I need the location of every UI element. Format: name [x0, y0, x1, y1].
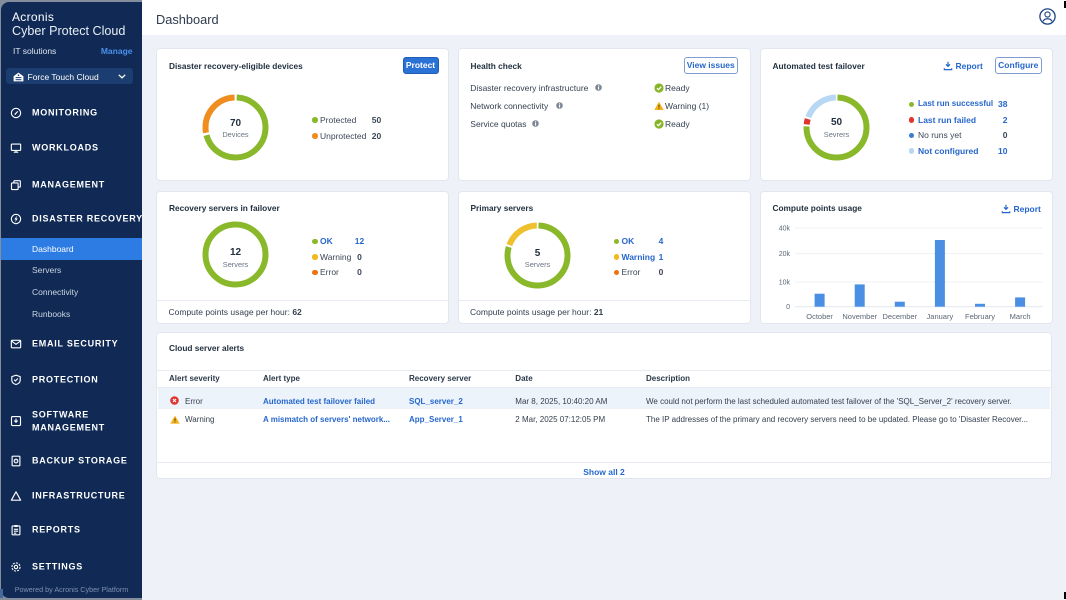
svg-text:40k: 40k — [778, 226, 790, 233]
svg-text:March: March — [1009, 312, 1030, 321]
svg-text:January: January — [926, 312, 953, 321]
svg-text:0: 0 — [786, 304, 790, 311]
svg-text:October: October — [806, 312, 833, 321]
svg-text:February: February — [964, 312, 994, 321]
svg-text:10k: 10k — [778, 280, 790, 287]
svg-text:December: December — [882, 312, 917, 321]
svg-text:20k: 20k — [778, 251, 790, 258]
svg-text:November: November — [842, 312, 877, 321]
